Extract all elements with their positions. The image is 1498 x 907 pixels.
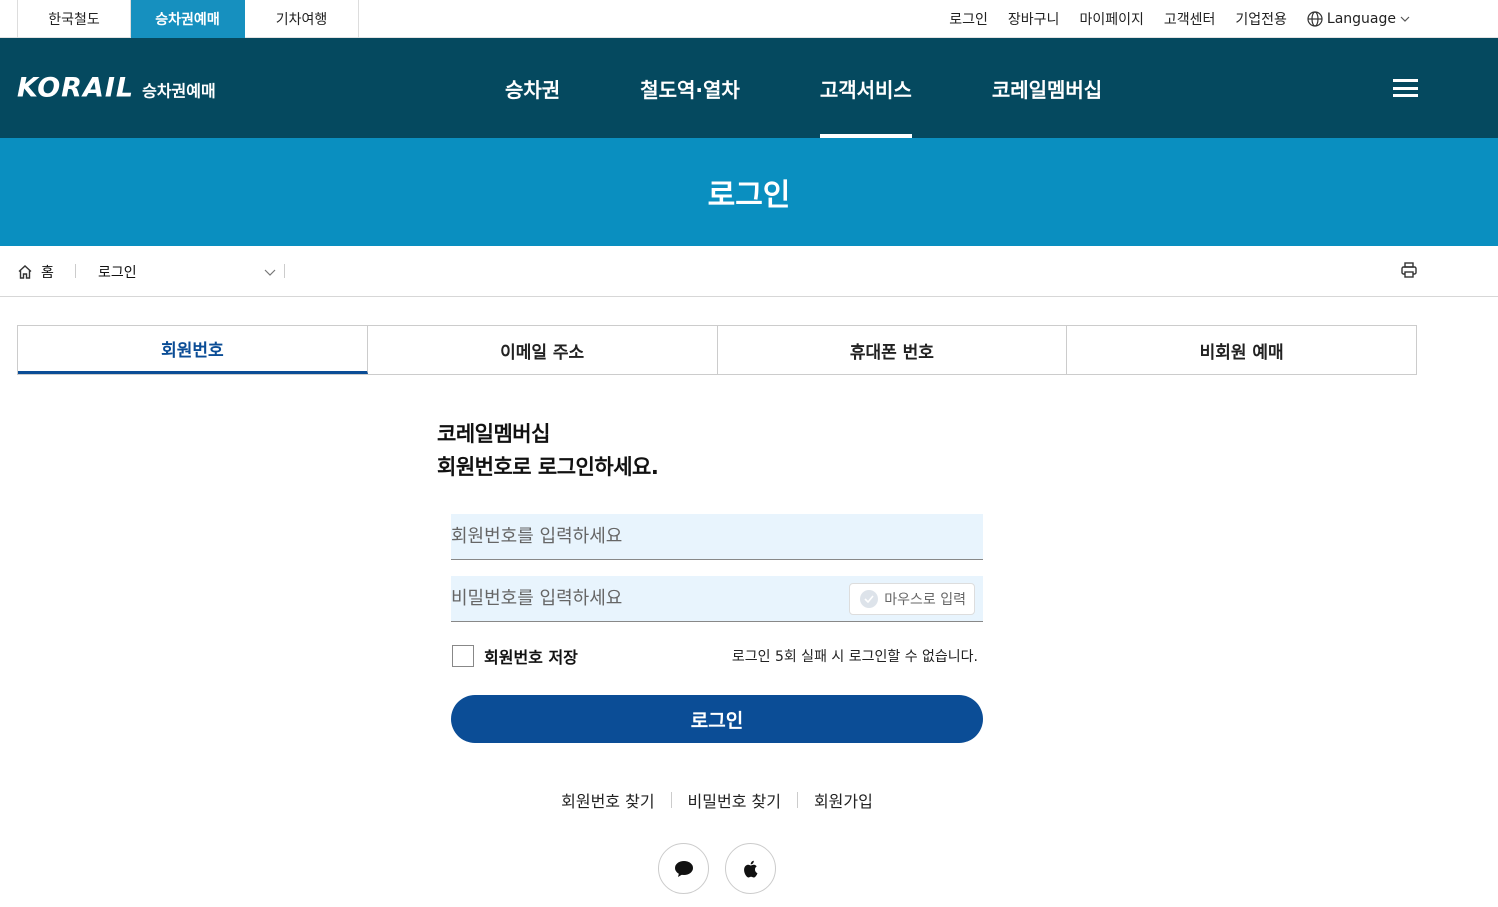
logo-sub: 승차권예매	[142, 81, 216, 101]
top-utility-bar: 한국철도 승차권예매 기차여행 로그인 장바구니 마이페이지 고객센터 기업전용…	[0, 0, 1498, 38]
login-form: 코레일멤버십 회원번호로 로그인하세요. 마우스로 입력 회원번호 저장 로그인…	[437, 418, 987, 894]
home-icon	[18, 265, 32, 279]
util-cart-link[interactable]: 장바구니	[1008, 9, 1060, 29]
mouse-input-label: 마우스로 입력	[884, 592, 966, 608]
breadcrumb-home[interactable]: 홈	[17, 262, 54, 282]
main-navigation: KORAIL 승차권예매 승차권 철도역·열차 고객서비스 코레일멤버십	[0, 38, 1498, 138]
checkbox[interactable]	[452, 645, 474, 667]
form-heading: 코레일멤버십 회원번호로 로그인하세요.	[437, 418, 987, 484]
form-heading-line1: 코레일멤버십	[437, 422, 550, 446]
save-member-checkbox[interactable]: 회원번호 저장	[452, 644, 578, 668]
breadcrumb-divider	[284, 264, 285, 278]
find-member-number-link[interactable]: 회원번호 찾기	[545, 788, 670, 812]
member-number-field	[451, 514, 983, 560]
chat-bubble-icon	[674, 860, 693, 877]
mouse-input-button[interactable]: 마우스로 입력	[849, 583, 975, 615]
print-icon[interactable]	[1400, 261, 1418, 283]
signup-link[interactable]: 회원가입	[798, 788, 889, 812]
menu-icon[interactable]	[1393, 79, 1418, 97]
tab-email[interactable]: 이메일 주소	[368, 326, 718, 374]
util-mypage-link[interactable]: 마이페이지	[1079, 9, 1143, 29]
breadcrumb-divider	[75, 264, 76, 278]
tab-non-member[interactable]: 비회원 예매	[1067, 326, 1416, 374]
site-tab-ticketing[interactable]: 승차권예매	[131, 0, 245, 38]
password-field: 마우스로 입력	[451, 576, 983, 622]
util-login-link[interactable]: 로그인	[949, 9, 988, 29]
tab-phone[interactable]: 휴대폰 번호	[718, 326, 1068, 374]
util-support-link[interactable]: 고객센터	[1164, 9, 1216, 29]
login-method-tabs: 회원번호 이메일 주소 휴대폰 번호 비회원 예매	[17, 325, 1417, 375]
language-selector[interactable]: Language	[1307, 11, 1410, 27]
breadcrumb-current[interactable]: 로그인	[98, 262, 276, 282]
check-icon	[860, 590, 879, 608]
find-password-link[interactable]: 비밀번호 찾기	[672, 788, 797, 812]
apple-icon	[743, 860, 757, 877]
korail-logo[interactable]: KORAIL 승차권예매	[17, 73, 216, 104]
site-tab-korail[interactable]: 한국철도	[17, 0, 131, 38]
kakao-login-button[interactable]	[658, 843, 709, 894]
form-heading-line2: 회원번호로 로그인하세요.	[437, 455, 659, 479]
member-number-input[interactable]	[451, 514, 983, 559]
nav-customer-service[interactable]: 고객서비스	[819, 38, 912, 138]
save-row: 회원번호 저장 로그인 5회 실패 시 로그인할 수 없습니다.	[452, 644, 978, 668]
breadcrumb-current-label: 로그인	[98, 265, 137, 281]
account-links: 회원번호 찾기 비밀번호 찾기 회원가입	[437, 788, 997, 812]
nav-items: 승차권 철도역·열차 고객서비스 코레일멤버십	[505, 38, 1182, 138]
save-member-label: 회원번호 저장	[484, 648, 578, 667]
site-tab-travel[interactable]: 기차여행	[245, 0, 359, 38]
language-label: Language	[1326, 11, 1396, 27]
util-business-link[interactable]: 기업전용	[1235, 9, 1287, 29]
nav-tickets[interactable]: 승차권	[505, 38, 560, 138]
tab-member-number[interactable]: 회원번호	[18, 326, 368, 374]
breadcrumb: 홈 로그인	[0, 246, 1498, 297]
chevron-down-icon	[1400, 16, 1410, 22]
nav-stations-trains[interactable]: 철도역·열차	[640, 38, 740, 138]
login-button[interactable]: 로그인	[451, 695, 983, 743]
globe-icon	[1307, 11, 1323, 27]
login-fail-notice: 로그인 5회 실패 시 로그인할 수 없습니다.	[731, 649, 978, 665]
nav-membership[interactable]: 코레일멤버십	[992, 38, 1102, 138]
page-title: 로그인	[707, 178, 791, 213]
utility-links: 로그인 장바구니 마이페이지 고객센터 기업전용 Language	[949, 0, 1410, 38]
site-tabs: 한국철도 승차권예매 기차여행	[17, 0, 359, 38]
page-banner: 로그인	[0, 138, 1498, 246]
apple-login-button[interactable]	[725, 843, 776, 894]
breadcrumb-home-label: 홈	[41, 265, 54, 281]
social-login	[658, 843, 776, 894]
chevron-down-icon	[264, 269, 276, 276]
logo-word: KORAIL	[17, 72, 135, 104]
